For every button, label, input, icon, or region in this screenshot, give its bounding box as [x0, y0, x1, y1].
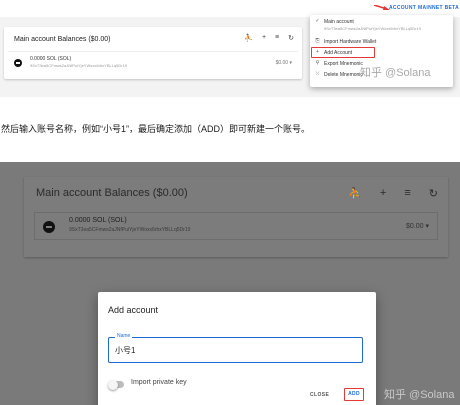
close-button[interactable]: CLOSE — [310, 392, 329, 398]
balances-card: Main account Balances ($0.00) ⛹ + ≡ ↻ 0.… — [24, 177, 448, 257]
card-toolbar: ⛹ + ≡ ↻ — [244, 34, 294, 42]
check-icon: ✓ — [315, 18, 320, 24]
import-private-key-toggle[interactable] — [108, 379, 124, 390]
balances-title: Main account Balances ($0.00) — [14, 36, 111, 43]
name-field-label: Name — [115, 333, 133, 339]
watermark: 知乎 @Solana — [360, 67, 431, 79]
sort-icon[interactable]: ≡ — [404, 187, 410, 200]
toggle-knob — [108, 379, 118, 390]
solana-coin-icon — [14, 59, 22, 67]
menu-item-address: 9SxT3ea5CFmws2aJNfPuiYjeYWoxx6rhxYBLLq5D… — [324, 26, 422, 31]
menu-item-main-account[interactable]: ✓ Main account 9SxT3ea5CFmws2aJNfPuiYjeY… — [310, 17, 453, 34]
screenshot-account-menu: ACCOUNT MAINNET BETA Main account Balanc… — [0, 0, 460, 97]
balances-card: Main account Balances ($0.00) ⛹ + ≡ ↻ 0.… — [4, 27, 302, 79]
dialog-title: Add account — [108, 305, 159, 315]
refresh-icon[interactable]: ↻ — [429, 187, 438, 200]
sort-icon[interactable]: ≡ — [275, 34, 279, 42]
account-nav-button[interactable]: ACCOUNT — [389, 5, 416, 11]
token-usd-value[interactable]: $0.00 ▾ — [276, 60, 292, 66]
toggle-label: Import private key — [131, 379, 187, 386]
token-balance: 0.0000 SOL (SOL) — [69, 217, 127, 224]
plus-icon: + — [316, 49, 319, 55]
card-toolbar: ⛹ + ≡ ↻ — [348, 187, 438, 200]
add-button[interactable]: ADD — [344, 388, 364, 401]
red-arrow-annotation — [374, 5, 390, 10]
menu-item-label: Main account — [324, 19, 354, 25]
menu-item-label: Add Account — [324, 50, 353, 56]
menu-item-add-account[interactable]: + Add Account — [310, 48, 453, 58]
token-row[interactable]: 0.0000 SOL (SOL) 9SxT3ea5CFmws2aJNfPuiYj… — [8, 51, 298, 73]
menu-item-import-hardware-wallet[interactable]: ⎘ Import Hardware Wallet — [310, 37, 453, 47]
menu-item-label: Delete Mnemonic — [324, 72, 363, 78]
name-input[interactable] — [115, 344, 355, 357]
instruction-caption: 然后输入账号名称，例如“小号1”，最后确定添加（ADD）即可新建一个账号。 — [1, 124, 311, 134]
menu-item-label: Export Mnemonic — [324, 61, 363, 67]
token-balance: 0.0000 SOL (SOL) — [30, 56, 72, 62]
plus-icon[interactable]: + — [262, 34, 266, 42]
watermark: 知乎 @Solana — [384, 389, 455, 401]
person-icon[interactable]: ⛹ — [244, 34, 253, 42]
refresh-icon[interactable]: ↻ — [288, 34, 294, 42]
key-icon: ⚲ — [315, 60, 320, 66]
person-icon[interactable]: ⛹ — [348, 187, 362, 200]
add-account-dialog: Add account Name Import private key CLOS… — [98, 292, 376, 405]
plus-icon[interactable]: + — [380, 187, 386, 200]
token-usd-value[interactable]: $0.00 ▾ — [406, 222, 429, 230]
menu-item-label: Import Hardware Wallet — [324, 39, 377, 45]
balances-title: Main account Balances ($0.00) — [36, 187, 188, 199]
import-icon: ⎘ — [315, 38, 320, 44]
token-row[interactable]: 0.0000 SOL (SOL) 9SxT3ea5CFmws2aJNfPuiYj… — [34, 212, 438, 240]
solana-coin-icon — [43, 221, 55, 233]
token-address: 9SxT3ea5CFmws2aJNfPuiYjeYWoxx6rhxYBLLq5D… — [69, 227, 191, 233]
screenshot-add-account-dialog: Main account Balances ($0.00) ⛹ + ≡ ↻ 0.… — [0, 162, 460, 405]
token-address: 9SxT3ea5CFmws2aJNfPuiYjeYWoxx6rhxYBLLq5D… — [30, 63, 128, 68]
network-nav-button[interactable]: MAINNET BETA — [418, 5, 459, 11]
delete-icon: ⤫ — [315, 71, 320, 77]
name-field[interactable]: Name — [108, 333, 363, 363]
